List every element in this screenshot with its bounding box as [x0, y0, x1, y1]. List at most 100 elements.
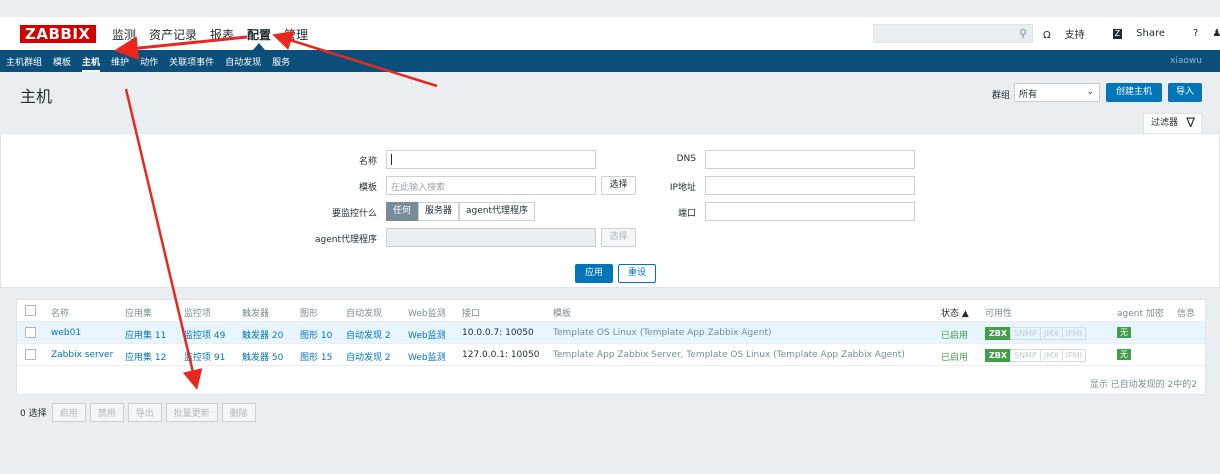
template-label: 模板 — [358, 183, 377, 193]
col-apps: 应用集 — [125, 309, 153, 319]
top-links: Ω支持 ZShare ? ♟ ⏻ — [1043, 26, 1220, 41]
page-title: 主机 — [20, 87, 53, 106]
col-templates: 模板 — [553, 309, 572, 319]
zabbix-logo[interactable]: ZABBIX — [20, 25, 96, 43]
dns-input[interactable] — [705, 150, 915, 169]
filter-tab[interactable]: 过滤器 ∇ — [1143, 113, 1202, 133]
group-select[interactable]: 所有 ⌄ — [1014, 83, 1100, 102]
interface-value: 127.0.0.1: 10050 — [462, 350, 540, 360]
enable-button[interactable]: 启用 — [51, 403, 86, 422]
graphs-link[interactable]: 图形 10 — [300, 328, 332, 341]
mass-actions: 0 选择 启用 禁用 导出 批量更新 删除 — [20, 403, 260, 422]
triggers-link[interactable]: 触发器 50 — [242, 350, 283, 363]
sub-navigation: 主机群组 模板 主机 维护 动作 关联项事件 自动发现 服务 xiaowu — [0, 50, 1220, 72]
table-header-row: 名称 应用集 监控项 触发器 图形 自动发现 Web监测 接口 模板 状态 ▲ … — [17, 300, 1205, 322]
help-link[interactable]: ? — [1193, 28, 1198, 39]
triggers-link[interactable]: 触发器 20 — [242, 328, 283, 341]
status-link[interactable]: 已启用 — [941, 350, 968, 363]
row-checkbox[interactable] — [25, 327, 36, 338]
col-graphs: 图形 — [300, 309, 319, 319]
ipmi-badge: IPMI — [1061, 327, 1087, 340]
main-menu: 监测 资产记录 报表 配置 管理 — [112, 26, 321, 43]
graphs-link[interactable]: 图形 15 — [300, 350, 332, 363]
agent-select-button[interactable]: 选择 — [601, 228, 636, 247]
text-cursor — [391, 154, 392, 165]
page-header: 主机 群组 所有 ⌄ 创建主机 导入 — [0, 72, 1220, 108]
status-link[interactable]: 已启用 — [941, 328, 968, 341]
table-row: Zabbix server 应用集 12 监控项 91 触发器 50 图形 15… — [17, 344, 1205, 366]
col-name[interactable]: 名称 — [51, 306, 69, 319]
host-name-link[interactable]: Zabbix server — [51, 350, 113, 360]
templates-value[interactable]: Template App Zabbix Server, Template OS … — [553, 350, 905, 360]
row-checkbox[interactable] — [25, 349, 36, 360]
apps-link[interactable]: 应用集 11 — [125, 328, 166, 341]
submenu-actions[interactable]: 动作 — [140, 55, 158, 72]
mass-update-button[interactable]: 批量更新 — [165, 403, 218, 422]
col-status[interactable]: 状态 ▲ — [941, 306, 969, 319]
discovery-link[interactable]: 自动发现 2 — [346, 350, 391, 363]
web-link[interactable]: Web监测 — [408, 350, 446, 363]
export-button[interactable]: 导出 — [127, 403, 162, 422]
share-link[interactable]: Z Share — [1112, 28, 1179, 39]
ip-input[interactable] — [705, 176, 915, 195]
reset-button[interactable]: 重设 — [618, 264, 656, 283]
col-discovery: 自动发现 — [346, 309, 383, 319]
monitor-option-any[interactable]: 任何 — [386, 202, 419, 221]
templates-value[interactable]: Template OS Linux (Template App Zabbix A… — [553, 328, 772, 338]
submenu-discovery[interactable]: 自动发现 — [225, 55, 261, 72]
items-link[interactable]: 监控项 49 — [184, 328, 225, 341]
name-input[interactable] — [386, 150, 596, 169]
user-profile-icon[interactable]: ♟ — [1212, 28, 1220, 39]
template-select-button[interactable]: 选择 — [601, 176, 636, 195]
disable-button[interactable]: 禁用 — [89, 403, 124, 422]
web-link[interactable]: Web监测 — [408, 328, 446, 341]
search-icon[interactable]: ⚲ — [1019, 27, 1027, 40]
filter-tab-label: 过滤器 — [1151, 118, 1179, 128]
monitor-option-server[interactable]: 服务器 — [418, 202, 460, 221]
import-button[interactable]: 导入 — [1168, 83, 1202, 102]
template-input[interactable]: 在此输入搜索 — [386, 176, 596, 195]
select-all-checkbox[interactable] — [25, 305, 36, 316]
ip-label: IP地址 — [669, 183, 696, 193]
chevron-down-icon: ⌄ — [1086, 87, 1094, 97]
apps-link[interactable]: 应用集 12 — [125, 350, 166, 363]
encryption-badge: 无 — [1117, 349, 1131, 360]
menu-reports[interactable]: 报表 — [210, 26, 234, 43]
create-host-button[interactable]: 创建主机 — [1106, 83, 1162, 102]
menu-inventory[interactable]: 资产记录 — [149, 26, 197, 43]
submenu-services[interactable]: 服务 — [272, 55, 290, 72]
global-search-input[interactable]: ⚲ — [873, 24, 1033, 43]
apply-button[interactable]: 应用 — [575, 264, 613, 283]
items-link[interactable]: 监控项 91 — [184, 350, 225, 363]
menu-configuration[interactable]: 配置 — [247, 26, 271, 43]
submenu-event-correlation[interactable]: 关联项事件 — [169, 55, 214, 72]
monitor-segmented-control: 任何 服务器 agent代理程序 — [386, 202, 536, 221]
submenu-templates[interactable]: 模板 — [53, 55, 71, 72]
delete-button[interactable]: 删除 — [221, 403, 256, 422]
submenu-maintenance[interactable]: 维护 — [111, 55, 129, 72]
table-footer-count: 显示 已自动发现的 2中的2 — [1089, 380, 1197, 390]
host-name-link[interactable]: web01 — [51, 328, 81, 338]
submenu-hosts[interactable]: 主机 — [82, 55, 101, 72]
group-label: 群组 — [992, 91, 1011, 101]
col-availability: 可用性 — [985, 309, 1013, 319]
agent-proxy-input[interactable] — [386, 228, 596, 247]
username: xiaowu — [1170, 56, 1202, 66]
zbx-badge: ZBX — [985, 349, 1012, 362]
jmx-badge: JMX — [1039, 349, 1063, 362]
menu-monitoring[interactable]: 监测 — [112, 26, 136, 43]
support-link[interactable]: Ω 支持 — [1043, 26, 1099, 41]
submenu-host-groups[interactable]: 主机群组 — [6, 55, 42, 72]
discovery-link[interactable]: 自动发现 2 — [346, 328, 391, 341]
zbx-badge: ZBX — [985, 327, 1012, 340]
port-input[interactable] — [705, 202, 915, 221]
jmx-badge: JMX — [1039, 327, 1063, 340]
active-menu-pointer — [253, 43, 265, 50]
col-info: 信息 — [1177, 309, 1196, 319]
col-triggers: 触发器 — [242, 309, 270, 319]
monitor-label: 要监控什么 — [331, 209, 377, 219]
hosts-table: 名称 应用集 监控项 触发器 图形 自动发现 Web监测 接口 模板 状态 ▲ … — [16, 299, 1206, 395]
snmp-badge: SNMP — [1010, 327, 1041, 340]
menu-administration[interactable]: 管理 — [284, 26, 308, 43]
monitor-option-proxy[interactable]: agent代理程序 — [459, 202, 536, 221]
